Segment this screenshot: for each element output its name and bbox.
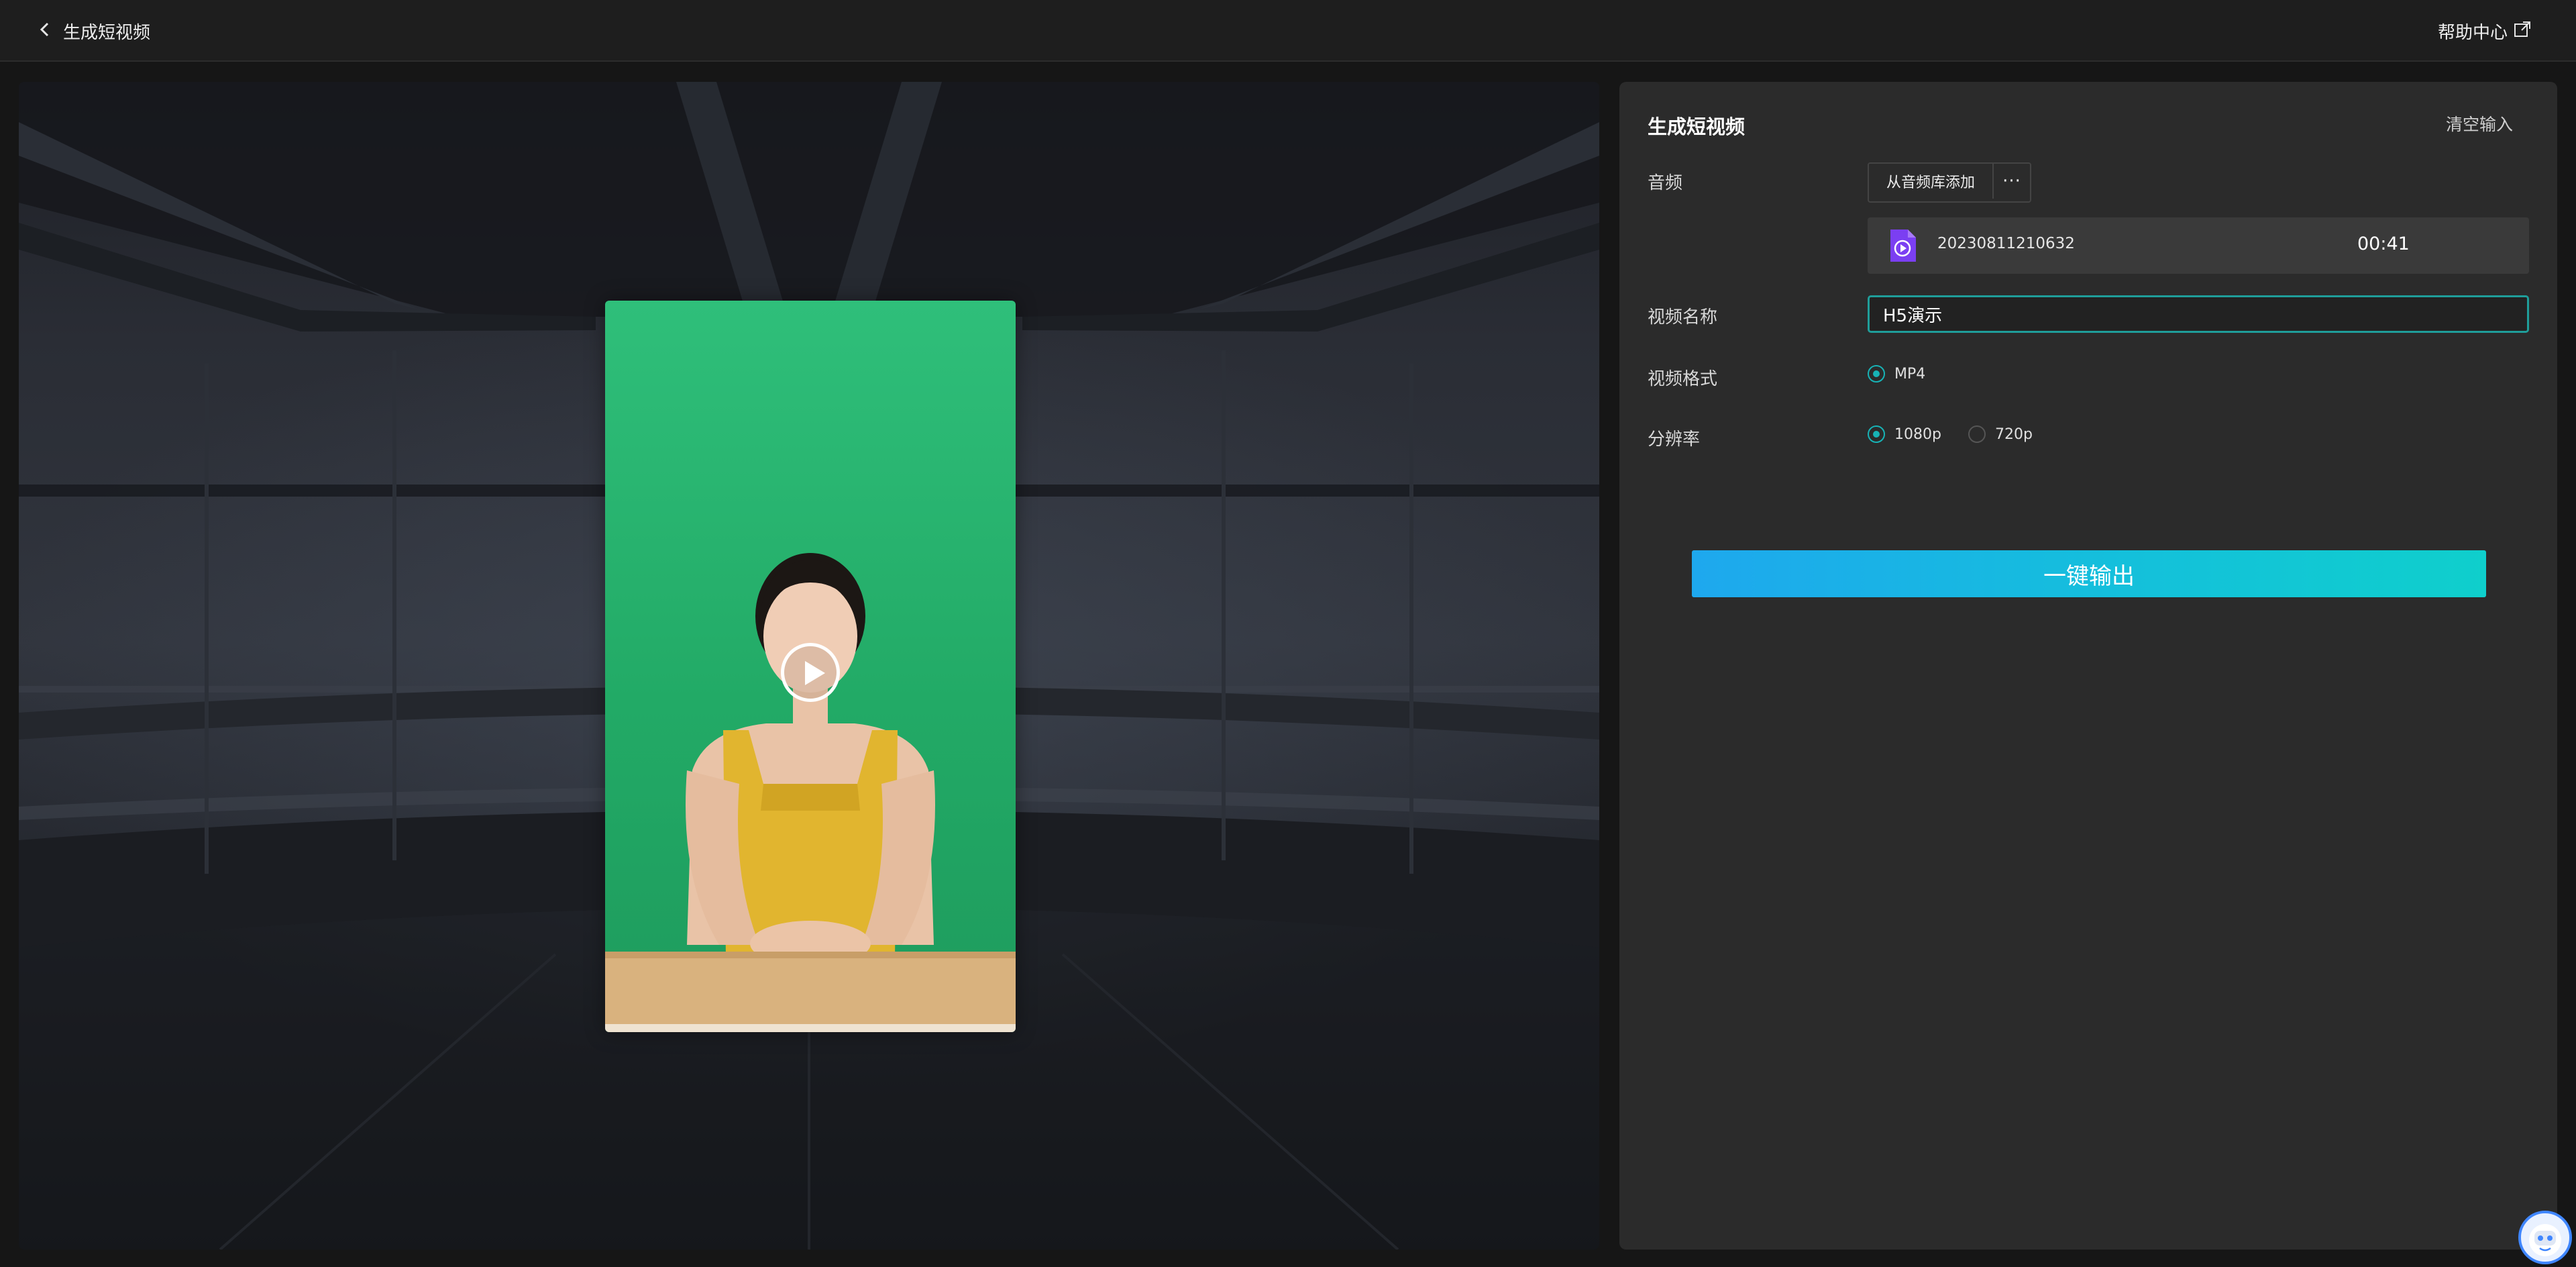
chevron-left-icon <box>38 19 52 43</box>
assistant-button[interactable] <box>2518 1211 2572 1264</box>
resolution-label: 分辨率 <box>1648 429 1701 450</box>
play-icon[interactable] <box>781 643 840 702</box>
export-button[interactable]: 一键输出 <box>1692 550 2486 597</box>
video-format-label: 视频格式 <box>1648 369 1718 389</box>
video-preview[interactable] <box>605 301 1016 1032</box>
audio-file-card[interactable]: 20230811210632 00:41 <box>1868 217 2529 274</box>
video-format-options: MP4 <box>1868 365 1943 383</box>
audio-label: 音频 <box>1648 173 1683 193</box>
audio-file-name: 20230811210632 <box>1937 235 2075 252</box>
preview-stage <box>19 82 1599 1250</box>
top-bar: 生成短视频 帮助中心 <box>0 0 2576 62</box>
help-center-link[interactable]: 帮助中心 <box>2438 17 2532 44</box>
add-from-audio-library-button[interactable]: 从音频库添加 <box>1869 164 1994 199</box>
video-name-input[interactable] <box>1868 295 2529 333</box>
video-name-label: 视频名称 <box>1648 307 1718 327</box>
audio-duration: 00:41 <box>2357 234 2410 254</box>
back-button[interactable]: 生成短视频 <box>38 17 150 44</box>
panel-title: 生成短视频 <box>1648 115 1746 138</box>
clear-input-button[interactable]: 清空输入 <box>2446 111 2513 136</box>
format-radio-mp4[interactable] <box>1868 365 1885 383</box>
resolution-option-label: 1080p <box>1894 425 1941 443</box>
resolution-options: 1080p 720p <box>1868 425 2050 443</box>
more-options-button[interactable]: ··· <box>1994 164 2031 199</box>
help-center-label: 帮助中心 <box>2437 22 2508 43</box>
resolution-option-label: 720p <box>1994 425 2033 443</box>
external-link-icon <box>2513 20 2532 42</box>
assistant-avatar-icon <box>2521 1224 2569 1262</box>
back-label: 生成短视频 <box>63 22 151 43</box>
audio-button-group: 从音频库添加 ··· <box>1868 162 2032 203</box>
resolution-radio-1080p[interactable] <box>1868 425 1885 443</box>
format-option-label: MP4 <box>1894 365 1926 383</box>
resolution-radio-720p[interactable] <box>1968 425 1986 443</box>
settings-panel: 生成短视频 清空输入 音频 从音频库添加 ··· 20230811210632 … <box>1619 82 2557 1250</box>
